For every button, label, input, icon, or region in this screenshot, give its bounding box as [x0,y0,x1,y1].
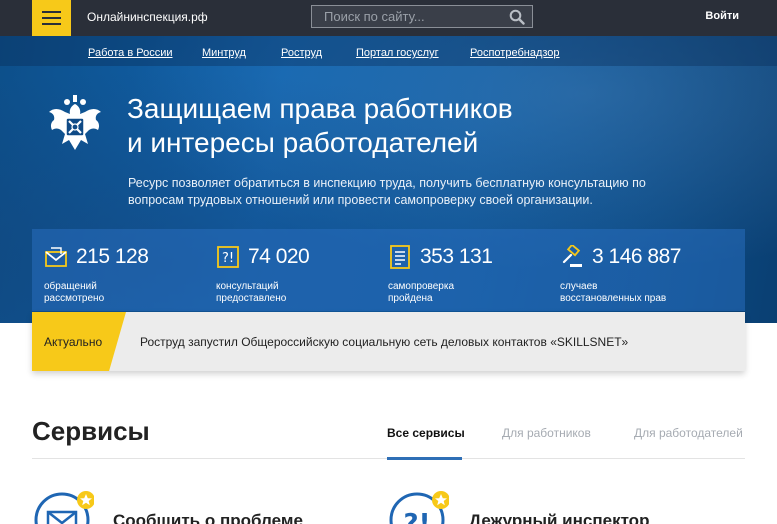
search-icon[interactable] [509,9,525,25]
stat-label: случаев восстановленных прав [560,281,710,305]
checklist-icon [390,245,410,269]
search-box [311,5,533,28]
stat-label: самопроверка пройдена [388,281,538,305]
login-button[interactable]: Войти [705,10,739,22]
ticker-news-link[interactable]: Роструд запустил Общероссийскую социальн… [140,335,628,349]
svg-text:?!: ?! [404,509,431,524]
nav-link-rospotrebnadzor[interactable]: Роспотребнадзор [470,47,560,59]
top-bar: Онлайнинспекция.рф Войти [0,0,777,36]
stat-label-line: рассмотрено [44,293,105,304]
menu-button[interactable] [32,0,71,36]
stat-number: 353 131 [420,245,493,268]
stat-label-line: самопроверка [388,281,455,292]
tab-all-services[interactable]: Все сервисы [387,426,465,440]
gavel-icon [562,245,582,267]
menu-icon-bar [42,17,61,19]
stat-self-checks: 353 131 самопроверка пройдена [376,229,548,311]
nav-link-rabota-v-rossii[interactable]: Работа в России [88,47,173,59]
hero-title: Защищаем права работников и интересы раб… [127,92,513,160]
envelope-star-icon [34,491,94,524]
envelope-icon [45,247,67,267]
service-card-duty-inspector[interactable]: Дежурный инспектор [469,511,649,524]
hero-title-line-2: и интересы работодателей [127,127,479,158]
double-headed-eagle-emblem-icon [49,95,101,150]
active-tab-underline [387,457,462,460]
partner-links-nav: Работа в России Минтруд Роструд Портал г… [0,36,777,66]
question-star-icon: ?! [389,491,449,524]
stat-appeals: 215 128 обращений рассмотрено [32,229,204,311]
stat-label-line: обращений [44,281,97,292]
nav-link-rostrud[interactable]: Роструд [281,47,322,59]
stat-number: 3 146 887 [592,245,681,268]
stat-label-line: пройдена [388,293,433,304]
hero-title-line-1: Защищаем права работников [127,93,513,124]
stat-number: 215 128 [76,245,149,268]
search-input[interactable] [312,6,502,27]
site-name-link[interactable]: Онлайнинспекция.рф [87,10,208,24]
svg-text:?!: ?! [222,251,234,266]
stat-label-line: случаев [560,281,598,292]
menu-icon [42,11,61,13]
stats-panel: 215 128 обращений рассмотрено ?! 74 020 … [32,229,745,311]
news-ticker: Актуально Роструд запустил Общероссийску… [32,312,745,371]
menu-icon-bar [42,23,61,25]
stat-label: консультаций предоставлено [216,281,366,305]
nav-link-mintrud[interactable]: Минтруд [202,47,246,59]
stat-number: 74 020 [248,245,310,268]
question-icon: ?! [217,246,239,268]
nav-link-gosuslugi[interactable]: Портал госуслуг [356,47,439,59]
services-heading: Сервисы [32,416,150,446]
hero-banner: Работа в России Минтруд Роструд Портал г… [0,36,777,323]
tab-for-employers[interactable]: Для работодателей [634,426,743,440]
stat-label-line: предоставлено [216,293,287,304]
tab-for-employees[interactable]: Для работников [502,426,591,440]
stat-consultations: ?! 74 020 консультаций предоставлено [204,229,376,311]
stat-label-line: консультаций [216,281,279,292]
ticker-tag-label: Актуально [44,335,103,349]
service-card-report-problem[interactable]: Сообщить о проблеме [113,511,303,524]
stat-label: обращений рассмотрено [44,281,194,305]
stat-label-line: восстановленных прав [560,293,667,304]
hero-description: Ресурс позволяет обратиться в инспекцию … [128,176,646,207]
stat-restored-rights: 3 146 887 случаев восстановленных прав [548,229,745,311]
